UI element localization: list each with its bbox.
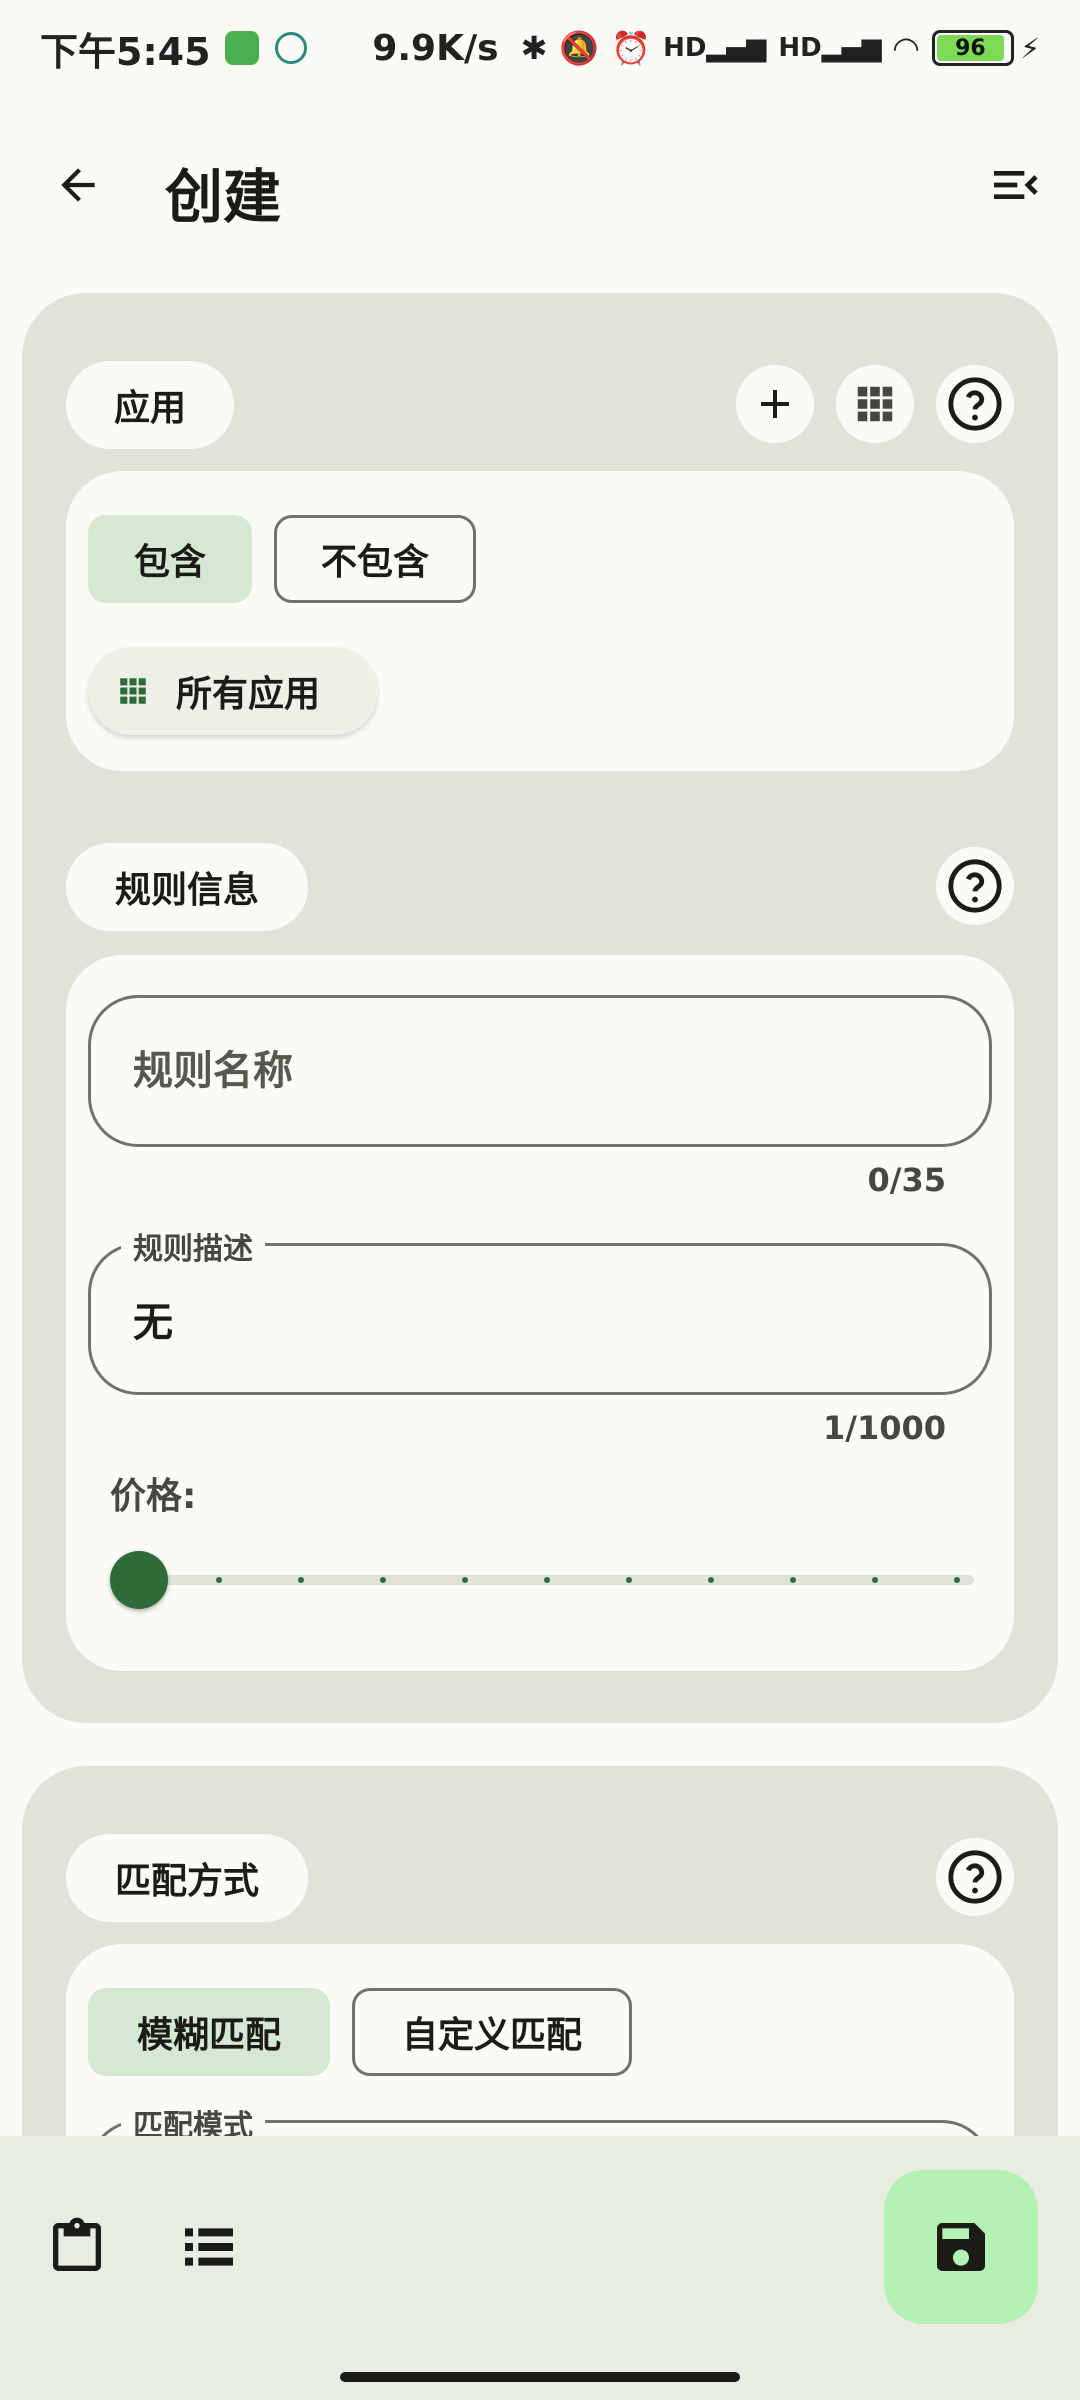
signal-icon-2: HD▂▄▆ — [778, 33, 882, 63]
status-bar: 下午5:45 9.9K/s ✱ 🔕 ⏰ HD▂▄▆ HD▂▄▆ ◠ 96 ⚡ — [0, 0, 1080, 96]
arrow-back-icon — [61, 168, 95, 202]
match-section-label: 匹配方式 — [66, 1834, 308, 1922]
page-title: 创建 — [165, 163, 282, 231]
rule-info-card: 0/35 规则描述 无 1/1000 价格: — [66, 955, 1014, 1671]
help-icon — [948, 859, 1002, 913]
bluetooth-icon: ✱ — [520, 29, 548, 67]
add-button[interactable] — [736, 365, 814, 443]
save-button[interactable] — [884, 2170, 1038, 2324]
wifi-icon: ◠ — [893, 29, 919, 67]
alarm-icon: ⏰ — [611, 29, 652, 67]
clipboard-icon — [53, 2217, 101, 2271]
slider-tick — [462, 1577, 468, 1583]
rule-name-counter: 0/35 — [867, 1161, 946, 1199]
menu-button[interactable] — [975, 145, 1055, 225]
all-apps-label: 所有应用 — [176, 674, 321, 715]
rule-desc-field[interactable]: 规则描述 无 — [88, 1224, 992, 1395]
include-chip[interactable]: 包含 — [88, 515, 252, 603]
slider-tick — [626, 1577, 632, 1583]
add-icon — [761, 390, 789, 418]
app-notification-icon — [224, 31, 259, 65]
clipboard-button[interactable] — [32, 2202, 122, 2292]
app-filter-card: 包含 不包含 所有应用 — [66, 471, 1014, 771]
app-help-button[interactable] — [936, 365, 1014, 443]
price-label: 价格: — [110, 1476, 197, 1517]
menu-collapse-icon — [994, 171, 1038, 199]
battery-icon: 96 — [932, 30, 1015, 66]
main-card: 应用 包含 不包含 所有应用 规则信息 规则名称 0/35 规则描述 无 1/1… — [22, 293, 1058, 1723]
signal-icon: HD▂▄▆ — [663, 33, 767, 63]
save-icon — [937, 2223, 985, 2271]
help-icon — [948, 1850, 1002, 1904]
list-button[interactable] — [164, 2202, 254, 2292]
slider-tick — [544, 1577, 550, 1583]
slider-tick — [954, 1577, 960, 1583]
grid-icon — [857, 386, 893, 422]
net-speed: 9.9K/s — [372, 27, 499, 69]
rule-name-input[interactable] — [133, 1048, 989, 1094]
rule-desc-counter: 1/1000 — [822, 1409, 946, 1447]
exclude-chip[interactable]: 不包含 — [274, 515, 476, 603]
all-apps-chip[interactable]: 所有应用 — [88, 647, 378, 735]
help-icon — [948, 377, 1002, 431]
app-bar: 创建 — [0, 120, 1080, 250]
slider-tick — [298, 1577, 304, 1583]
rule-info-label: 规则信息 — [66, 843, 308, 931]
charging-icon: ⚡ — [1020, 31, 1040, 65]
rule-info-help-button[interactable] — [936, 847, 1014, 925]
match-help-button[interactable] — [936, 1838, 1014, 1916]
slider-thumb[interactable] — [110, 1551, 168, 1609]
slider-tick — [708, 1577, 714, 1583]
list-icon — [185, 2228, 233, 2266]
grid-icon — [120, 678, 146, 704]
home-indicator[interactable] — [340, 2372, 740, 2382]
bottom-app-bar — [0, 2136, 1080, 2400]
rule-name-field[interactable] — [88, 995, 992, 1147]
slider-tick — [216, 1577, 222, 1583]
app-section-label: 应用 — [66, 361, 234, 449]
battery-level: 96 — [937, 35, 1004, 61]
custom-match-chip[interactable]: 自定义匹配 — [352, 1988, 632, 2076]
slider-tick — [380, 1577, 386, 1583]
app-notification-icon-2 — [274, 32, 307, 64]
price-slider[interactable] — [110, 1549, 974, 1609]
slider-tick — [790, 1577, 796, 1583]
rule-desc-value: 无 — [133, 1300, 173, 1346]
mute-icon: 🔕 — [559, 29, 600, 67]
status-time: 下午5:45 — [40, 29, 211, 74]
fuzzy-match-chip[interactable]: 模糊匹配 — [88, 1988, 330, 2076]
rule-desc-label: 规则描述 — [121, 1224, 265, 1268]
back-button[interactable] — [38, 145, 118, 225]
slider-tick — [872, 1577, 878, 1583]
slider-track — [130, 1575, 974, 1585]
grid-button[interactable] — [836, 365, 914, 443]
